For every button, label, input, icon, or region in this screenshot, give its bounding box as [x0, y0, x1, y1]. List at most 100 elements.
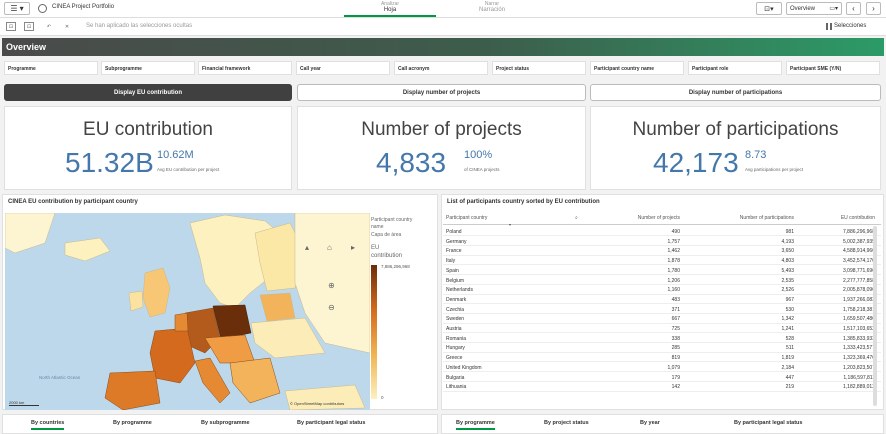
display-number-of-projects-button[interactable]: Display number of projects — [297, 84, 586, 101]
cell-number-of-participations: 219 — [785, 384, 794, 391]
table-row[interactable]: Sweden 667 1,342 1,659,507,486 — [443, 314, 881, 324]
display-eu-contribution-button[interactable]: Display EU contribution — [4, 84, 292, 101]
mode-narrate-tab[interactable]: Narrar Narración — [446, 1, 538, 13]
legend-label: name — [371, 224, 384, 230]
globe-icon — [38, 4, 47, 13]
selection-step-icon[interactable]: ⊡ — [24, 22, 34, 31]
header-number-of-projects[interactable]: Number of projects — [593, 215, 680, 221]
filter-programme[interactable]: Programme — [4, 61, 98, 75]
chevron-down-icon: ▾ — [19, 4, 24, 13]
sheet-selector-button[interactable]: Overview ▭▾ — [786, 2, 842, 15]
table-row[interactable]: Austria 725 1,241 1,517,103,652 — [443, 324, 881, 334]
pan-up-icon[interactable]: ▴ — [305, 243, 309, 252]
map-panel: CINEA EU contribution by participant cou… — [2, 194, 438, 410]
table-scrollbar[interactable] — [873, 226, 877, 406]
cell-country: France — [446, 248, 462, 255]
filter-project-status[interactable]: Project status — [492, 61, 586, 75]
table-row[interactable]: Poland 490 981 7,886,296,968 — [443, 227, 881, 237]
selections-button[interactable]: Selecciones — [834, 23, 866, 29]
cell-eu-contribution: 1,758,218,381 — [843, 306, 875, 313]
pan-right-icon[interactable]: ▸ — [351, 243, 355, 252]
search-icon[interactable]: ⌕ — [575, 215, 578, 221]
filter-subprogramme[interactable]: Subprogramme — [101, 61, 195, 75]
header-eu-contribution[interactable]: EU contribution — [797, 215, 875, 221]
table-header: Participant country ⌕ Number of projects… — [443, 213, 881, 227]
cell-number-of-projects: 1,757 — [667, 238, 680, 245]
kpi-side-value: 10.62M — [157, 149, 194, 161]
tab-by-year[interactable]: By year — [640, 420, 660, 426]
selections-icon — [826, 23, 832, 30]
cell-number-of-projects: 819 — [671, 355, 680, 362]
europe-map[interactable]: North Atlantic Ocean 2000 km © OpenStree… — [5, 213, 370, 410]
tab-by-project-status[interactable]: By project status — [544, 420, 589, 426]
cell-country: Hungary — [446, 345, 465, 352]
map-scale: 2000 km — [9, 400, 39, 406]
cell-number-of-participations: 2,184 — [781, 364, 794, 371]
filter-call-acronym[interactable]: Call acronym — [394, 61, 488, 75]
cell-number-of-projects: 667 — [671, 316, 680, 323]
display-number-of-participations-button[interactable]: Display number of participations — [590, 84, 881, 101]
table-row[interactable]: United Kingdom 1,079 2,184 1,203,823,507 — [443, 363, 881, 373]
tab-by-subprogramme[interactable]: By subprogramme — [201, 420, 250, 426]
table-row[interactable]: Bulgaria 179 447 1,186,597,811 — [443, 373, 881, 382]
table-row[interactable]: France 1,462 3,650 4,588,914,966 — [443, 246, 881, 256]
header-number-of-participations[interactable]: Number of participations — [683, 215, 794, 221]
home-icon[interactable]: ⌂ — [327, 243, 332, 252]
cell-number-of-projects: 179 — [671, 374, 680, 381]
cell-number-of-projects: 1,160 — [667, 287, 680, 294]
zoom-out-icon[interactable]: ⊖ — [328, 303, 335, 312]
table-row[interactable]: Greece 819 1,819 1,323,369,476 — [443, 353, 881, 363]
cell-country: Germany — [446, 238, 467, 245]
table-row[interactable]: Lithuania 142 219 1,182,889,012 — [443, 382, 881, 392]
kpi-number-of-projects: Number of projects 4,833 100% of CINEA p… — [297, 106, 586, 190]
cell-eu-contribution: 7,886,296,968 — [843, 229, 875, 235]
cell-number-of-projects: 142 — [671, 384, 680, 391]
map-land-france — [149, 327, 196, 384]
chevron-right-icon: › — [872, 4, 875, 13]
tab-by-programme[interactable]: By programme — [113, 420, 152, 426]
map-land-benelux — [174, 312, 189, 332]
table-row[interactable]: Romania 338 528 1,385,833,933 — [443, 334, 881, 344]
header-participant-country[interactable]: Participant country — [446, 215, 487, 221]
table-row[interactable]: Spain 1,780 5,493 3,098,771,696 — [443, 266, 881, 276]
zoom-in-icon[interactable]: ⊕ — [328, 281, 335, 290]
cell-eu-contribution: 2,277,777,858 — [843, 277, 875, 284]
table-row[interactable]: Netherlands 1,160 2,526 2,005,878,096 — [443, 285, 881, 295]
tab-by-participant-legal-status[interactable]: By participant legal status — [297, 420, 365, 426]
table-row[interactable]: Denmark 483 967 1,937,266,083 — [443, 295, 881, 305]
legend-label: Participant country — [371, 217, 413, 223]
cell-country: Austria — [446, 326, 462, 332]
mode-analyze-tab[interactable]: Analizar Hoja — [344, 1, 436, 17]
filter-call-year[interactable]: Call year — [296, 61, 390, 75]
cell-country: Czechia — [446, 306, 465, 313]
table-row[interactable]: Belgium 1,206 2,535 2,277,777,858 — [443, 276, 881, 285]
previous-sheet-button[interactable]: ‹ — [846, 2, 861, 15]
filter-participant-country-name[interactable]: Participant country name — [590, 61, 684, 75]
selection-back-icon[interactable]: ↶ — [44, 22, 54, 31]
table-row[interactable]: Italy 1,878 4,803 3,452,574,170 — [443, 256, 881, 266]
map-land-iceland — [64, 237, 111, 262]
navigation-menu-button[interactable]: ☰ ▾ — [4, 2, 30, 15]
filter-financial-framework[interactable]: Financial framework — [198, 61, 292, 75]
kpi-value: 42,173 — [653, 147, 739, 178]
selection-clear-icon[interactable]: ✕ — [62, 22, 72, 31]
legend-measure-label: EU — [371, 245, 380, 251]
smart-search-icon[interactable]: ⊡ — [6, 22, 16, 31]
tab-by-countries[interactable]: By countries — [31, 420, 65, 430]
cell-country: Sweden — [446, 316, 465, 323]
tab-by-programme[interactable]: By programme — [456, 420, 495, 430]
kpi-side-caption: of CINEA projects — [464, 167, 500, 172]
next-sheet-button[interactable]: › — [866, 2, 881, 15]
map-land-iberia — [104, 370, 161, 410]
table-row[interactable]: Czechia 371 530 1,758,218,381 — [443, 305, 881, 314]
filter-participant-sme[interactable]: Participant SME (Y/N) — [786, 61, 880, 75]
cell-eu-contribution: 1,517,103,652 — [843, 326, 875, 332]
table-row[interactable]: Hungary 285 511 1,333,423,577 — [443, 343, 881, 353]
table-row[interactable]: Germany 1,757 4,193 5,002,387,935 — [443, 237, 881, 247]
legend-color-scale — [371, 265, 377, 399]
cell-eu-contribution: 1,182,889,012 — [843, 384, 875, 391]
tab-by-participant-legal-status[interactable]: By participant legal status — [734, 420, 802, 426]
filter-participant-role[interactable]: Participant role — [688, 61, 782, 75]
bookmark-button[interactable]: ⊡▾ — [756, 2, 782, 15]
cell-eu-contribution: 1,333,423,577 — [843, 345, 875, 352]
